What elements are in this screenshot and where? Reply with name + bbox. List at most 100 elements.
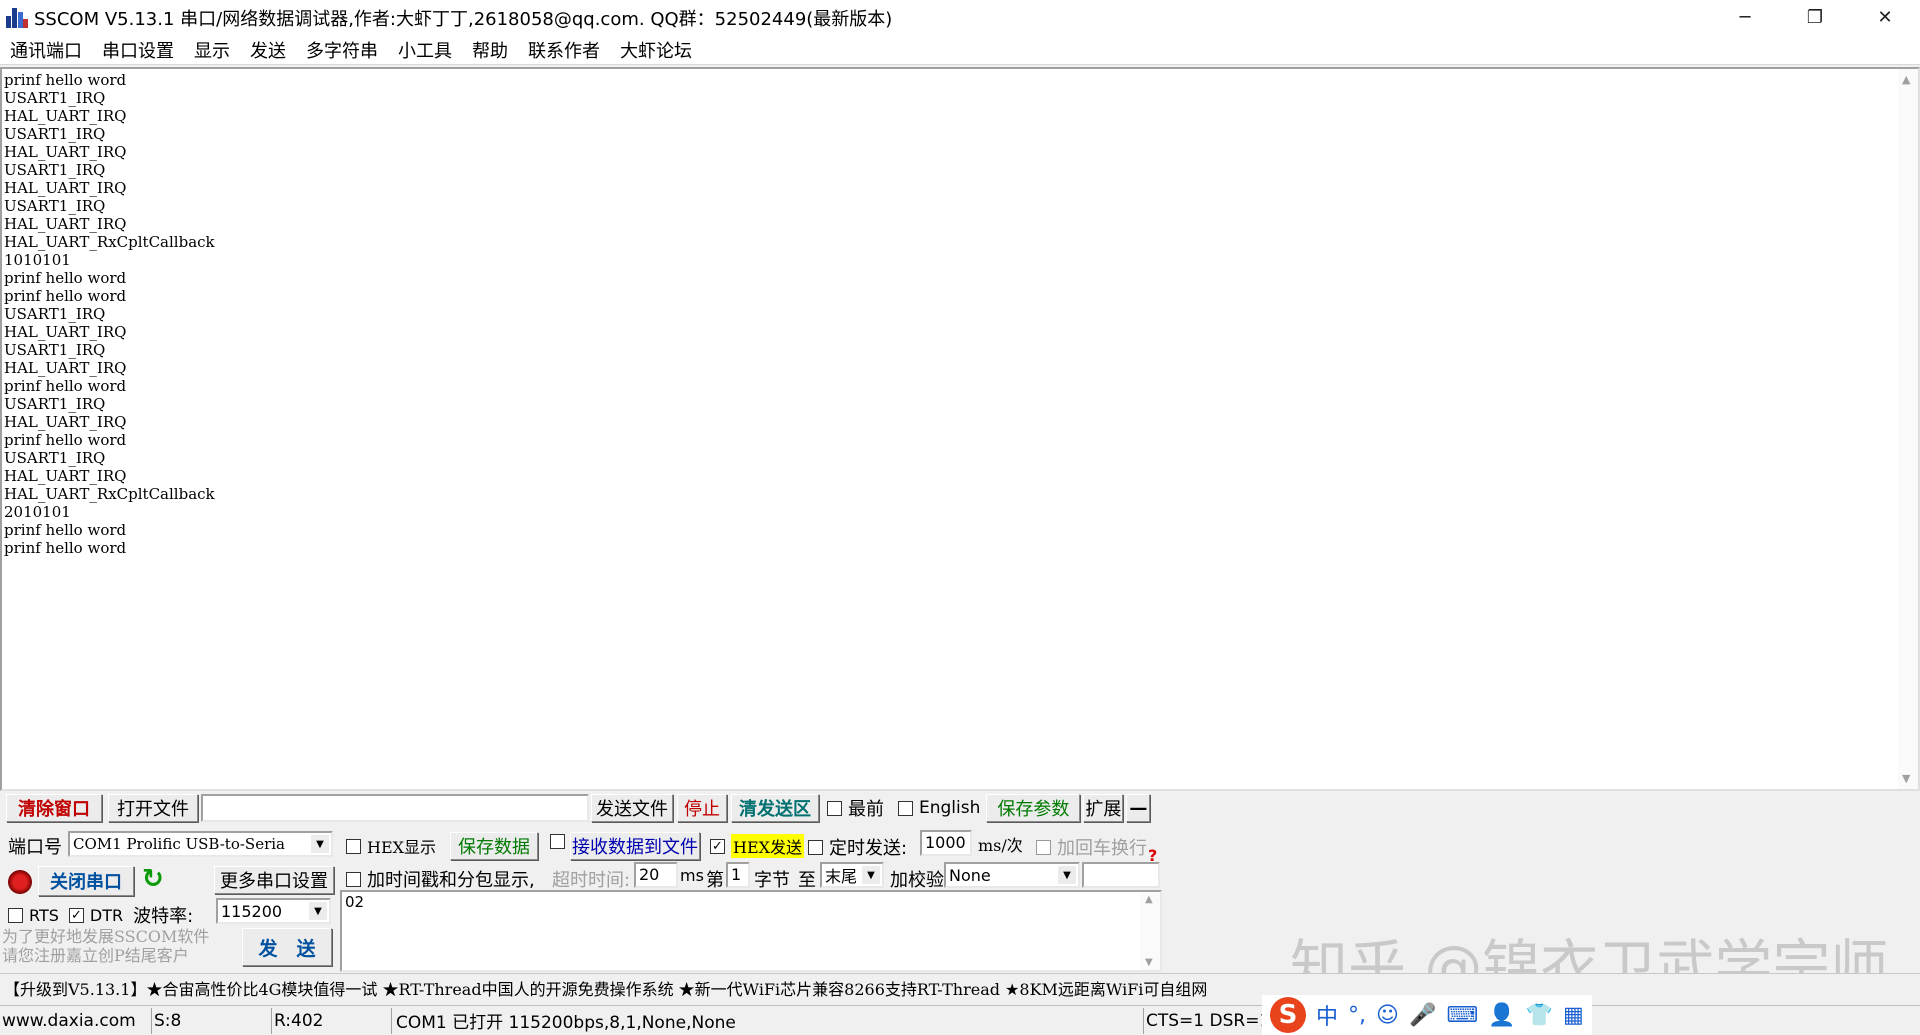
- receive-line: HAL_UART_IRQ: [4, 359, 127, 377]
- send-button[interactable]: 发 送: [242, 928, 332, 966]
- hex-display-label: HEX显示: [367, 838, 437, 857]
- menu-send[interactable]: 发送: [240, 37, 296, 63]
- status-site[interactable]: www.daxia.com: [0, 1007, 152, 1034]
- interval-unit: ms/次: [978, 836, 1023, 855]
- receive-line: 2010101: [4, 503, 71, 521]
- interval-input[interactable]: 1000: [920, 830, 972, 856]
- status-bar: www.daxia.com S:8 R:402 COM1 已打开 115200b…: [0, 1005, 1920, 1035]
- port-label: 端口号: [8, 837, 62, 858]
- collapse-button[interactable]: —: [1126, 794, 1151, 822]
- port-status-icon: [8, 870, 32, 894]
- recv-to-file-checkbox[interactable]: [550, 834, 565, 849]
- receive-line: prinf hello word: [4, 431, 127, 449]
- options-panel: HEX显示 保存数据 接收数据到文件 ✓ HEX发送 定时发送: 1000 ms…: [342, 826, 1162, 896]
- open-file-button[interactable]: 打开文件: [108, 794, 198, 822]
- receive-line: USART1_IRQ: [4, 305, 106, 323]
- receive-line: HAL_UART_IRQ: [4, 323, 127, 341]
- scroll-up-icon[interactable]: ▲: [1145, 894, 1153, 905]
- receive-line: 1010101: [4, 251, 71, 269]
- hex-send-checkbox[interactable]: ✓: [710, 838, 725, 854]
- scroll-down-icon[interactable]: ▼: [1902, 772, 1910, 785]
- menu-contact[interactable]: 联系作者: [518, 37, 610, 63]
- help-icon[interactable]: ?: [1148, 846, 1157, 865]
- close-icon[interactable]: ✕: [1850, 0, 1920, 35]
- checksum-select[interactable]: None ▼: [944, 862, 1080, 888]
- add-crlf-label: 加回车换行: [1057, 838, 1147, 859]
- refresh-icon[interactable]: ↻: [142, 864, 164, 894]
- emoji-icon[interactable]: ☺: [1376, 1003, 1399, 1028]
- promo-line-1: 为了更好地发展SSCOM软件: [2, 927, 210, 946]
- more-settings-button[interactable]: 更多串口设置: [214, 866, 334, 894]
- receive-line: USART1_IRQ: [4, 449, 106, 467]
- chevron-down-icon[interactable]: ▼: [862, 866, 880, 884]
- file-path-input[interactable]: [201, 794, 589, 822]
- byte-index-input[interactable]: 1: [726, 862, 750, 888]
- toolbox-icon[interactable]: ▦: [1563, 1003, 1584, 1028]
- recv-to-file-button[interactable]: 接收数据到文件: [570, 832, 700, 860]
- baud-select-value: 115200: [221, 901, 283, 921]
- sogou-logo-icon[interactable]: S: [1270, 997, 1306, 1033]
- receive-line: HAL_UART_RxCpltCallback: [4, 485, 215, 503]
- menu-tools[interactable]: 小工具: [388, 37, 462, 63]
- port-select[interactable]: COM1 Prolific USB-to-Seria ▼: [68, 831, 333, 857]
- punctuation-icon[interactable]: °,: [1348, 1003, 1366, 1028]
- skin-icon[interactable]: 👕: [1526, 1003, 1553, 1028]
- hex-display-checkbox[interactable]: [346, 838, 361, 854]
- clear-send-button[interactable]: 清发送区: [731, 794, 819, 822]
- expand-button[interactable]: 扩展: [1083, 794, 1124, 822]
- receive-area[interactable]: prinf hello word USART1_IRQ HAL_UART_IRQ US…: [0, 67, 1920, 791]
- timestamp-label: 加时间戳和分包显示,: [367, 870, 535, 891]
- clear-window-button[interactable]: 清除窗口: [6, 794, 102, 822]
- minimize-icon[interactable]: ─: [1710, 0, 1780, 35]
- to-select[interactable]: 末尾 ▼: [820, 862, 884, 888]
- baud-select[interactable]: 115200 ▼: [216, 898, 331, 924]
- restore-icon[interactable]: ❐: [1780, 0, 1850, 35]
- status-port-state: COM1 已打开 115200bps,8,1,None,None: [392, 1007, 1144, 1034]
- receive-line: USART1_IRQ: [4, 341, 106, 359]
- receive-line: USART1_IRQ: [4, 197, 106, 215]
- send-file-button[interactable]: 发送文件: [591, 794, 673, 822]
- timed-send-checkbox[interactable]: [808, 839, 823, 855]
- chevron-down-icon[interactable]: ▼: [1058, 866, 1076, 884]
- receive-line: prinf hello word: [4, 71, 127, 89]
- top-most-checkbox[interactable]: [827, 800, 842, 816]
- menu-comm-port[interactable]: 通讯端口: [0, 37, 92, 63]
- receive-line: HAL_UART_IRQ: [4, 215, 127, 233]
- stop-button[interactable]: 停止: [677, 794, 727, 822]
- save-params-button[interactable]: 保存参数: [986, 794, 1081, 822]
- user-icon[interactable]: 👤: [1488, 1003, 1515, 1028]
- chevron-down-icon[interactable]: ▼: [309, 902, 327, 920]
- menu-multi-string[interactable]: 多字符串: [296, 37, 388, 63]
- chevron-down-icon[interactable]: ▼: [311, 835, 329, 853]
- menu-serial-settings[interactable]: 串口设置: [92, 37, 184, 63]
- receive-text: prinf hello word USART1_IRQ HAL_UART_IRQ US…: [4, 71, 215, 557]
- receive-line: prinf hello word: [4, 269, 127, 287]
- baud-label: 波特率:: [133, 906, 194, 927]
- scroll-up-icon[interactable]: ▲: [1902, 73, 1910, 86]
- menu-forum[interactable]: 大虾论坛: [610, 37, 702, 63]
- timeout-input[interactable]: 20: [634, 862, 678, 888]
- news-ticker[interactable]: 【升级到V5.13.1】★合宙高性价比4G模块值得一试 ★RT-Thread中国…: [0, 973, 1920, 1001]
- port-panel: 端口号 COM1 Prolific USB-to-Seria ▼ 关闭串口 ↻ …: [0, 826, 340, 973]
- add-crlf-checkbox[interactable]: [1036, 839, 1051, 855]
- send-scrollbar[interactable]: ▲ ▼: [1140, 892, 1160, 970]
- save-data-button[interactable]: 保存数据: [450, 832, 538, 860]
- rts-checkbox[interactable]: [8, 907, 23, 923]
- menu-display[interactable]: 显示: [184, 37, 240, 63]
- voice-icon[interactable]: 🎤: [1409, 1003, 1436, 1028]
- timestamp-checkbox[interactable]: [346, 871, 361, 887]
- ime-toolbar: S 中 °, ☺ 🎤 ⌨ 👤 👕 ▦: [1262, 995, 1592, 1035]
- send-text: 02: [345, 893, 365, 911]
- send-input[interactable]: 02 ▲ ▼: [340, 890, 1162, 972]
- close-port-button[interactable]: 关闭串口: [38, 866, 134, 896]
- nth-label: 第: [706, 870, 724, 891]
- keyboard-icon[interactable]: ⌨: [1446, 1003, 1478, 1028]
- dtr-checkbox[interactable]: ✓: [68, 907, 84, 923]
- chinese-mode-icon[interactable]: 中: [1316, 999, 1338, 1031]
- receive-scrollbar[interactable]: ▲ ▼: [1898, 69, 1918, 789]
- menu-bar: 通讯端口 串口设置 显示 发送 多字符串 小工具 帮助 联系作者 大虾论坛: [0, 35, 1920, 65]
- english-checkbox[interactable]: [898, 800, 913, 816]
- receive-line: HAL_UART_IRQ: [4, 107, 127, 125]
- scroll-down-icon[interactable]: ▼: [1145, 957, 1153, 968]
- menu-help[interactable]: 帮助: [462, 37, 518, 63]
